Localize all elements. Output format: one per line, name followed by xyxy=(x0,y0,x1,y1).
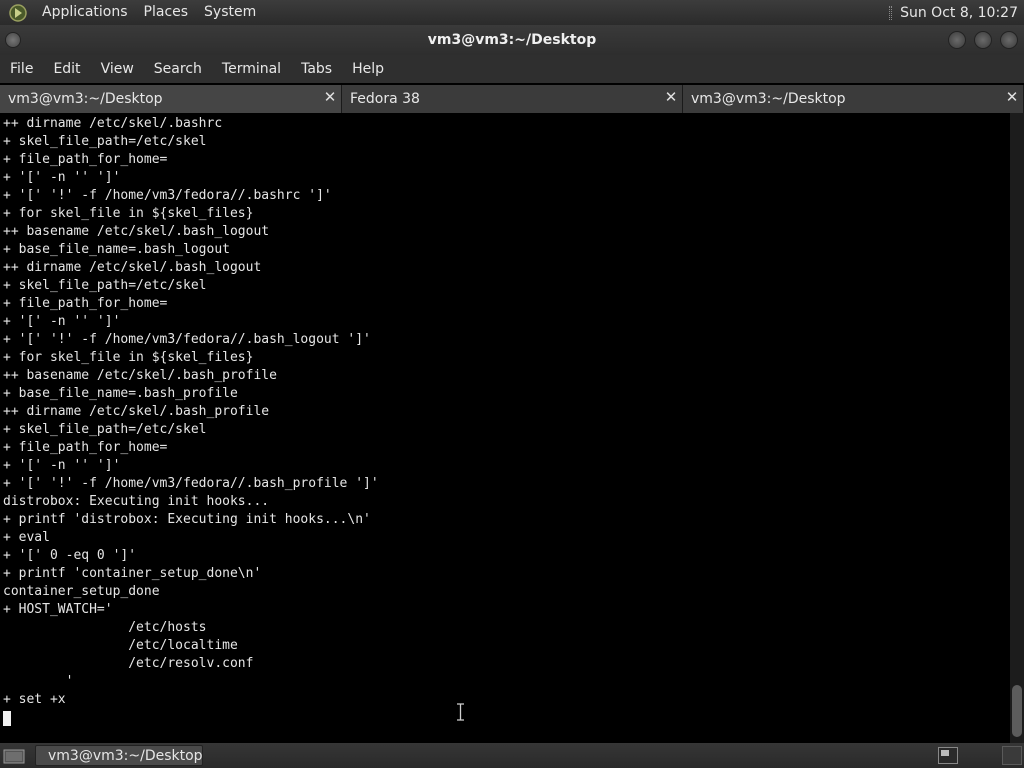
workspace-switcher-icon[interactable] xyxy=(938,747,958,764)
ibeam-cursor-icon xyxy=(457,703,464,721)
prompt-line[interactable] xyxy=(3,709,1010,727)
terminal-line: + for skel_file in ${skel_files} xyxy=(3,206,254,221)
terminal-line: + base_file_name=.bash_profile xyxy=(3,386,238,401)
terminal-line: container_setup_done xyxy=(3,584,160,599)
taskbar-window-button[interactable]: vm3@vm3:~/Desktop xyxy=(35,745,203,766)
workspace-2-icon[interactable] xyxy=(1002,746,1022,765)
terminal-line: + file_path_for_home= xyxy=(3,440,168,455)
top-panel: Applications Places System Sun Oct 8, 10… xyxy=(0,0,1024,25)
tab-close-icon[interactable]: ✕ xyxy=(664,90,678,105)
window-titlebar[interactable]: vm3@vm3:~/Desktop xyxy=(0,25,1024,55)
applications-menu[interactable]: Applications xyxy=(34,0,136,25)
terminal-line: + '[' -n '' ']' xyxy=(3,170,121,185)
tab-desktop-1[interactable]: vm3@vm3:~/Desktop ✕ xyxy=(0,85,342,113)
panel-grip-icon[interactable] xyxy=(889,5,893,20)
close-window-icon[interactable] xyxy=(1000,31,1018,49)
terminal-line: /etc/resolv.conf xyxy=(3,656,254,671)
terminal-line: ++ basename /etc/skel/.bash_logout xyxy=(3,224,270,239)
terminal-line: + base_file_name=.bash_logout xyxy=(3,242,230,257)
clock[interactable]: Sun Oct 8, 10:27 xyxy=(900,5,1024,21)
terminal-view[interactable]: ++ dirname /etc/skel/.bashrc + skel_file_… xyxy=(0,113,1010,743)
terminal-line: + '[' 0 -eq 0 ']' xyxy=(3,548,137,563)
tab-label: Fedora 38 xyxy=(350,91,420,107)
window-menu-icon[interactable] xyxy=(5,32,21,48)
minimize-icon[interactable] xyxy=(948,31,966,49)
tab-label: vm3@vm3:~/Desktop xyxy=(8,91,163,107)
system-menu[interactable]: System xyxy=(196,0,264,25)
terminal-line: + HOST_WATCH=' xyxy=(3,602,113,617)
terminal-line: + set +x xyxy=(3,692,66,707)
gnome-foot-logo-icon[interactable] xyxy=(8,3,28,23)
terminal-line: ++ basename /etc/skel/.bash_profile xyxy=(3,368,277,383)
tab-close-icon[interactable]: ✕ xyxy=(1005,90,1019,105)
desktop-screen: Applications Places System Sun Oct 8, 10… xyxy=(0,0,1024,768)
terminal-line: ++ dirname /etc/skel/.bash_profile xyxy=(3,404,270,419)
menu-tabs[interactable]: Tabs xyxy=(293,61,340,77)
terminal-output: ++ dirname /etc/skel/.bashrc + skel_file_… xyxy=(0,113,1010,727)
terminal-line: + skel_file_path=/etc/skel xyxy=(3,278,207,293)
terminal-line: + file_path_for_home= xyxy=(3,296,168,311)
text-cursor xyxy=(3,711,11,726)
terminal-line: + for skel_file in ${skel_files} xyxy=(3,350,254,365)
maximize-icon[interactable] xyxy=(974,31,992,49)
terminal-line: distrobox: Executing init hooks... xyxy=(3,494,270,509)
places-menu[interactable]: Places xyxy=(136,0,197,25)
menu-search[interactable]: Search xyxy=(146,61,210,77)
menu-view[interactable]: View xyxy=(93,61,142,77)
terminal-line: + printf 'container_setup_done\n' xyxy=(3,566,262,581)
tab-close-icon[interactable]: ✕ xyxy=(323,90,337,105)
terminal-line: ++ dirname /etc/skel/.bash_logout xyxy=(3,260,262,275)
terminal-line: + printf 'distrobox: Executing init hook… xyxy=(3,512,371,527)
menu-terminal[interactable]: Terminal xyxy=(214,61,289,77)
terminal-scrollbar[interactable] xyxy=(1010,113,1024,743)
terminal-line: + '[' -n '' ']' xyxy=(3,314,121,329)
tab-fedora-38[interactable]: Fedora 38 ✕ xyxy=(342,85,683,113)
menu-help[interactable]: Help xyxy=(344,61,392,77)
menubar: File Edit View Search Terminal Tabs Help xyxy=(0,55,1024,83)
taskbar-window-label: vm3@vm3:~/Desktop xyxy=(48,747,203,764)
show-desktop-icon[interactable] xyxy=(3,747,25,765)
window-title: vm3@vm3:~/Desktop xyxy=(427,32,597,48)
scrollbar-thumb[interactable] xyxy=(1012,685,1022,737)
terminal-line: ++ dirname /etc/skel/.bashrc xyxy=(3,116,223,131)
terminal-line: /etc/hosts xyxy=(3,620,207,635)
terminal-line: + skel_file_path=/etc/skel xyxy=(3,422,207,437)
bottom-panel: vm3@vm3:~/Desktop xyxy=(0,743,1024,768)
terminal-line: + '[' '!' -f /home/vm3/fedora//.bashrc '… xyxy=(3,188,332,203)
terminal-line: + eval xyxy=(3,530,50,545)
terminal-line: ' xyxy=(3,674,74,689)
terminal-line: + file_path_for_home= xyxy=(3,152,168,167)
tab-desktop-2[interactable]: vm3@vm3:~/Desktop ✕ xyxy=(683,85,1024,113)
terminal-line: /etc/localtime xyxy=(3,638,238,653)
terminal-line: + '[' -n '' ']' xyxy=(3,458,121,473)
menu-file[interactable]: File xyxy=(2,61,41,77)
tab-bar: vm3@vm3:~/Desktop ✕ Fedora 38 ✕ vm3@vm3:… xyxy=(0,85,1024,113)
menu-edit[interactable]: Edit xyxy=(45,61,88,77)
tab-label: vm3@vm3:~/Desktop xyxy=(691,91,846,107)
terminal-line: + '[' '!' -f /home/vm3/fedora//.bash_pro… xyxy=(3,476,379,491)
terminal-line: + skel_file_path=/etc/skel xyxy=(3,134,207,149)
terminal-line: + '[' '!' -f /home/vm3/fedora//.bash_log… xyxy=(3,332,371,347)
